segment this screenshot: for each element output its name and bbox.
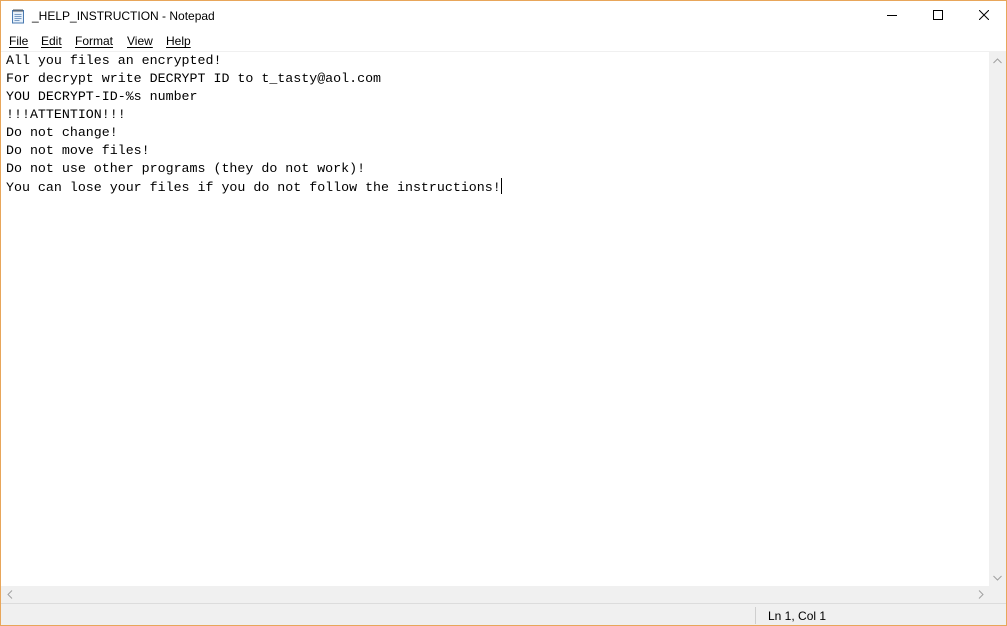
minimize-icon xyxy=(887,7,897,25)
minimize-button[interactable] xyxy=(869,1,915,31)
notepad-icon xyxy=(10,8,26,24)
editor-line: !!!ATTENTION!!! xyxy=(6,107,126,122)
menu-format[interactable]: Format xyxy=(75,34,113,48)
maximize-icon xyxy=(933,7,943,25)
scroll-down-icon[interactable] xyxy=(989,569,1006,586)
cursor-position: Ln 1, Col 1 xyxy=(768,609,827,623)
menu-edit[interactable]: Edit xyxy=(41,34,62,48)
scroll-up-icon[interactable] xyxy=(989,52,1006,69)
editor-line: For decrypt write DECRYPT ID to t_tasty@… xyxy=(6,71,382,86)
scroll-left-icon[interactable] xyxy=(1,586,18,603)
title-bar[interactable]: _HELP_INSTRUCTION - Notepad xyxy=(1,1,1006,31)
editor-line-text: You can lose your files if you do not fo… xyxy=(6,180,501,195)
horizontal-scrollbar[interactable] xyxy=(1,586,989,603)
text-caret xyxy=(500,178,502,194)
menu-help[interactable]: Help xyxy=(166,34,191,48)
maximize-button[interactable] xyxy=(915,1,961,31)
text-editor[interactable]: All you files an encrypted! For decrypt … xyxy=(1,52,989,586)
editor-line: All you files an encrypted! xyxy=(6,53,222,68)
menu-view[interactable]: View xyxy=(127,34,153,48)
notepad-window: _HELP_INSTRUCTION - Notepad File Edit Fo… xyxy=(0,0,1007,626)
status-divider xyxy=(755,607,756,624)
scrollbar-corner xyxy=(989,586,1006,603)
menu-bar: File Edit Format View Help xyxy=(1,31,1006,52)
editor-line-last: You can lose your files if you do not fo… xyxy=(6,178,502,197)
editor-line: Do not move files! xyxy=(6,143,150,158)
scroll-right-icon[interactable] xyxy=(972,586,989,603)
close-icon xyxy=(978,7,990,25)
editor-line: Do not change! xyxy=(6,125,118,140)
status-bar: Ln 1, Col 1 xyxy=(1,603,1006,625)
editor-line: Do not use other programs (they do not w… xyxy=(6,161,366,176)
close-button[interactable] xyxy=(961,1,1006,31)
window-title: _HELP_INSTRUCTION - Notepad xyxy=(32,9,215,23)
menu-file[interactable]: File xyxy=(9,34,28,48)
editor-line: YOU DECRYPT-ID-%s number xyxy=(6,89,198,104)
vertical-scrollbar[interactable] xyxy=(989,52,1006,586)
